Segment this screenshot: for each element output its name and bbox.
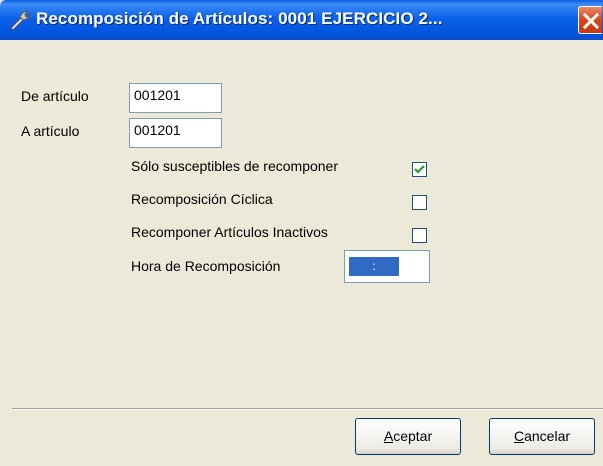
checkmark-icon	[414, 165, 425, 174]
only-recomposable-checkbox[interactable]	[412, 162, 427, 177]
accept-button[interactable]: Aceptar	[355, 418, 461, 455]
time-label: Hora de Recomposición	[131, 258, 281, 274]
window-title: Recomposición de Artículos: 0001 EJERCIC…	[36, 9, 443, 28]
inactive-articles-label: Recomponer Artículos Inactivos	[131, 224, 328, 240]
cyclic-checkbox[interactable]	[412, 195, 427, 210]
from-article-label: De artículo	[21, 88, 89, 104]
wrench-tool-icon	[8, 8, 32, 32]
close-icon	[582, 12, 600, 30]
time-selected-value: :	[349, 257, 399, 276]
inactive-articles-checkbox[interactable]	[412, 228, 427, 243]
to-article-input[interactable]: 001201	[129, 118, 222, 148]
cyclic-label: Recomposición Cíclica	[131, 191, 273, 207]
accept-mnemonic: A	[383, 428, 394, 444]
cancel-button[interactable]: Cancelar	[489, 418, 595, 455]
cancel-label: ancelar	[524, 428, 571, 444]
to-article-label: A artículo	[21, 123, 80, 139]
time-input[interactable]: :	[344, 250, 430, 283]
accept-label: ceptar	[393, 428, 433, 444]
cancel-mnemonic: C	[513, 428, 525, 444]
window-left-border	[0, 40, 12, 466]
from-article-input[interactable]: 001201	[129, 83, 222, 113]
only-recomposable-label: Sólo susceptibles de recomponer	[131, 158, 339, 174]
close-button[interactable]	[578, 6, 602, 34]
title-bar[interactable]: Recomposición de Artículos: 0001 EJERCIC…	[0, 0, 603, 40]
